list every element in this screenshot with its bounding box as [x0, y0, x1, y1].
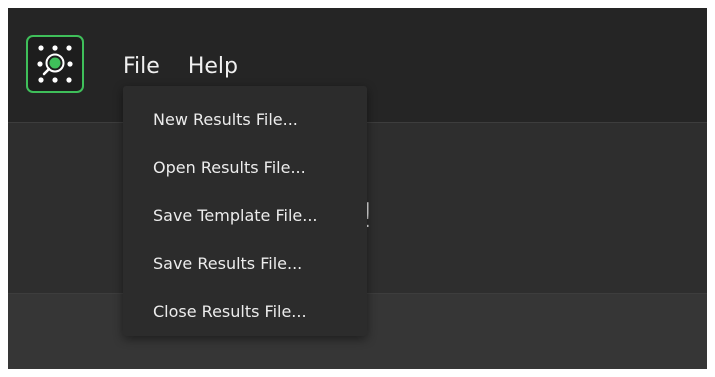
- menu-item-save-template-file[interactable]: Save Template File...: [123, 192, 367, 240]
- file-menu-dropdown: New Results File... Open Results File...…: [123, 86, 367, 336]
- menu-file[interactable]: File: [118, 52, 165, 81]
- menu-item-new-results-file[interactable]: New Results File...: [123, 96, 367, 144]
- menubar: File Help: [118, 48, 261, 84]
- app-logo-icon[interactable]: [26, 35, 84, 93]
- app-window: File Help e! New Results File... Open Re…: [8, 8, 707, 369]
- menu-item-close-results-file[interactable]: Close Results File...: [123, 288, 367, 336]
- menu-item-open-results-file[interactable]: Open Results File...: [123, 144, 367, 192]
- menu-help[interactable]: Help: [183, 52, 243, 81]
- app-logo-graphic: [37, 45, 73, 83]
- menu-item-save-results-file[interactable]: Save Results File...: [123, 240, 367, 288]
